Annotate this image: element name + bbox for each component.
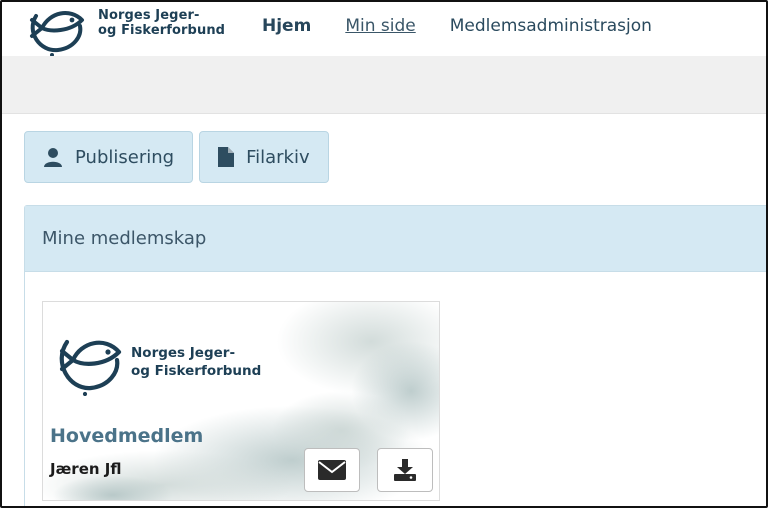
download-button[interactable] [377,448,433,492]
tab-filarkiv[interactable]: Filarkiv [199,131,329,183]
membership-type: Hovedmedlem [50,425,204,447]
card-logo-text: Norges Jeger- og Fiskerforbund [131,344,261,380]
site-header: Norges Jeger- og Fiskerforbund Hjem Min … [2,2,766,57]
fish-logo-icon [30,11,84,57]
card-logo-line-2: og Fiskerforbund [131,363,262,379]
envelope-icon [318,460,346,480]
logo-line-1: Norges Jeger- [98,8,200,23]
nav-min-side[interactable]: Min side [345,16,415,36]
download-icon [394,459,416,481]
memberships-panel: Mine medlemskap Norges Jeger- og Fiskerf… [24,205,766,506]
tab-bar: Publisering Filarkiv [24,131,329,183]
membership-card: Norges Jeger- og Fiskerforbund Hovedmedl… [42,301,440,501]
email-button[interactable] [304,448,360,492]
main-nav: Hjem Min side Medlemsadministrasjon [262,16,652,36]
panel-title: Mine medlemskap [25,206,766,272]
tab-publisering-label: Publisering [75,146,175,168]
subheader-bar [2,56,766,114]
user-icon [44,148,62,167]
logo-text: Norges Jeger- og Fiskerforbund [98,8,225,38]
nav-hjem[interactable]: Hjem [262,16,311,36]
tab-filarkiv-label: Filarkiv [246,146,310,168]
nav-medlemsadministrasjon[interactable]: Medlemsadministrasjon [450,16,652,36]
app-window: Norges Jeger- og Fiskerforbund Hjem Min … [0,0,768,508]
membership-club: Jæren Jfl [50,460,122,478]
logo-line-2: og Fiskerforbund [98,23,226,38]
tab-publisering[interactable]: Publisering [24,131,194,183]
card-logo-line-1: Norges Jeger- [131,345,236,361]
site-logo[interactable]: Norges Jeger- og Fiskerforbund [22,2,232,57]
card-fish-logo-icon [59,339,122,396]
file-icon [218,147,235,167]
